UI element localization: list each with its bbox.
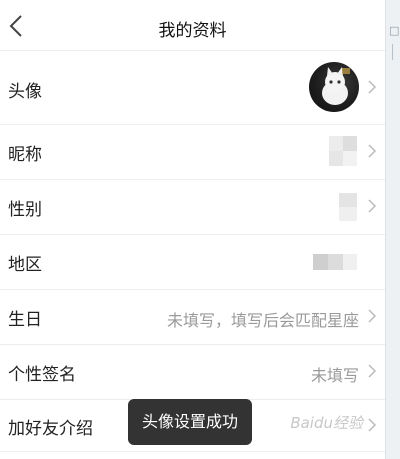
chevron-right-icon: [368, 144, 377, 158]
side-panel-mark: □: [389, 24, 400, 37]
row-nickname[interactable]: 昵称: [0, 124, 385, 180]
cat-photo-icon: [322, 67, 350, 105]
row-avatar-label: 头像: [8, 82, 42, 102]
row-nickname-label: 昵称: [8, 145, 42, 165]
chevron-right-icon: [368, 199, 377, 213]
row-gender-label: 性别: [8, 200, 42, 220]
gender-mosaic: [339, 193, 357, 221]
row-signature-value: 未填写: [310, 366, 359, 385]
watermark: Baidu经验: [290, 414, 363, 432]
profile-screen: 我的资料 头像 昵称 性别 地区 生日 未填写，填写后会匹配星座 个性签名 未填…: [0, 0, 385, 459]
toast-message: 头像设置成功: [128, 399, 252, 445]
side-panel-divider: [392, 44, 393, 60]
row-avatar[interactable]: 头像: [0, 50, 385, 125]
header-bar: 我的资料: [0, 0, 385, 51]
row-region[interactable]: 地区: [0, 234, 385, 290]
row-birthday[interactable]: 生日 未填写，填写后会匹配星座: [0, 289, 385, 345]
page-title: 我的资料: [158, 21, 227, 41]
row-birthday-label: 生日: [8, 310, 42, 330]
row-region-label: 地区: [8, 255, 42, 275]
side-panel-edge: □: [385, 0, 400, 459]
row-friend-intro-label: 加好友介绍: [8, 419, 93, 439]
chevron-right-icon: [368, 309, 377, 323]
row-signature-label: 个性签名: [8, 365, 76, 385]
chevron-right-icon: [368, 80, 377, 94]
nickname-mosaic: [329, 136, 357, 166]
chevron-right-icon: [368, 364, 377, 378]
avatar[interactable]: [309, 62, 359, 112]
row-gender[interactable]: 性别: [0, 179, 385, 235]
row-signature[interactable]: 个性签名 未填写: [0, 344, 385, 400]
row-birthday-value: 未填写，填写后会匹配星座: [166, 311, 359, 330]
chevron-right-icon: [368, 418, 377, 432]
region-mosaic: [313, 254, 357, 270]
